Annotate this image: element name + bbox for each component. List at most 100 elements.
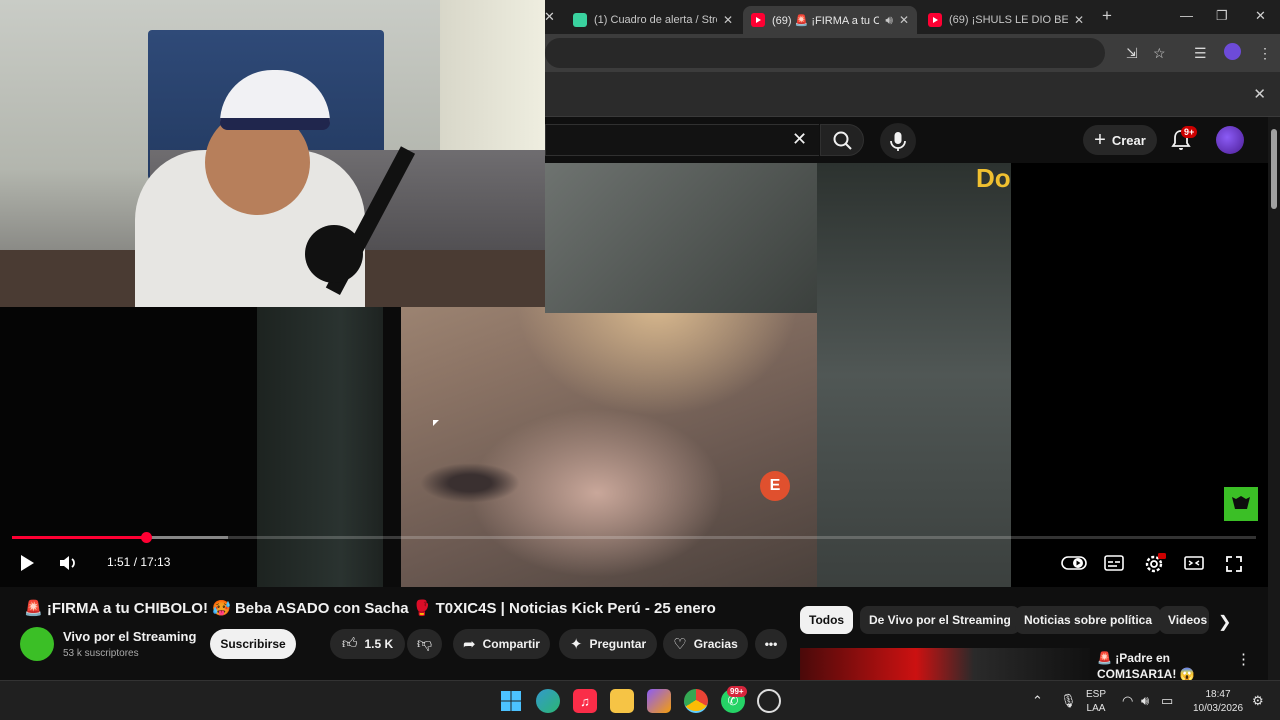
video-frame-region <box>545 163 825 313</box>
app-icon[interactable] <box>757 689 781 713</box>
close-icon[interactable]: ✕ <box>1253 85 1266 103</box>
sparkle-icon: ✦ <box>569 636 583 653</box>
restore-icon[interactable]: ❐ <box>1216 8 1228 24</box>
more-actions-button[interactable]: ••• <box>755 629 787 659</box>
video-frame-right <box>817 163 1011 587</box>
autoplay-toggle-icon[interactable] <box>1061 554 1087 572</box>
speaker-icon[interactable]: 🔊︎ <box>1141 693 1149 709</box>
heart-dollar-icon: ♡ <box>673 636 687 653</box>
video-overlay-text: Do <box>976 163 1011 193</box>
subscriber-count: 53 k suscriptores <box>63 648 139 659</box>
more-dots-icon: ••• <box>764 637 778 651</box>
tab-alert-box[interactable]: (1) Cuadro de alerta / Strea ✕ <box>565 6 741 34</box>
video-title: 🚨 ¡FIRMA a tu CHIBOLO! 🥵 Beba ASADO con … <box>24 600 716 617</box>
thanks-button[interactable]: ♡ Gracias <box>663 629 748 659</box>
page-scrollbar[interactable] <box>1268 117 1280 680</box>
channel-name[interactable]: Vivo por el Streaming <box>63 629 196 644</box>
keyboard-layout: LAA <box>1086 703 1106 714</box>
subscribe-button[interactable]: Suscribirse <box>210 629 296 659</box>
video-letterbox <box>1011 163 1268 587</box>
subtitles-icon[interactable] <box>1104 555 1124 571</box>
notification-badge: 9+ <box>1181 126 1198 138</box>
close-window-icon[interactable]: ✕ <box>1255 8 1266 24</box>
channel-avatar[interactable] <box>20 627 54 661</box>
copilot-icon[interactable] <box>647 689 671 713</box>
recommended-thumbnail[interactable] <box>800 648 1090 680</box>
media-control-icon[interactable]: ☰ <box>1194 45 1207 62</box>
recommended-menu-icon[interactable]: ⋮ <box>1236 650 1251 668</box>
time-separator: / <box>130 555 141 569</box>
close-tab-icon[interactable]: ✕ <box>1074 13 1084 27</box>
language-indicator[interactable]: ESP LAA <box>1086 688 1106 716</box>
chevron-right-icon[interactable]: ❯ <box>1218 612 1231 632</box>
file-explorer-icon[interactable] <box>610 689 634 713</box>
tab-title: (69) ¡SHULS LE DIO BESO A <box>949 14 1068 26</box>
clock-date: 10/03/2026 <box>1192 703 1244 714</box>
dislike-button[interactable]: 👎︎ <box>407 629 442 659</box>
play-icon[interactable] <box>18 554 38 572</box>
create-label: Crear <box>1111 132 1146 148</box>
search-button[interactable] <box>820 124 864 156</box>
address-bar[interactable] <box>545 38 1105 68</box>
new-tab-button[interactable]: + <box>1102 6 1112 26</box>
search-input[interactable] <box>545 124 819 156</box>
channel-logo-icon <box>1232 496 1250 509</box>
thanks-label: Gracias <box>693 637 738 651</box>
tab-shuls-video[interactable]: (69) ¡SHULS LE DIO BESO A ✕ <box>920 6 1092 34</box>
browser-menu-icon[interactable]: ⋮ <box>1258 45 1272 62</box>
thumbs-up-icon: 👍︎ <box>341 635 358 652</box>
microphone-tray-icon[interactable]: 🎙︎ <box>1060 693 1077 709</box>
video-badge: E <box>760 471 790 501</box>
chip-from-channel[interactable]: De Vivo por el Streaming <box>860 606 1020 634</box>
share-button[interactable]: ➦ Compartir <box>453 629 550 659</box>
theater-mode-icon[interactable] <box>1184 555 1204 571</box>
time-current: 1:51 <box>107 555 131 569</box>
bookmark-star-icon[interactable]: ☆ <box>1153 45 1166 62</box>
notification-icon[interactable]: ⚙ <box>1252 693 1264 709</box>
streamelements-icon <box>573 13 587 27</box>
close-tab-icon[interactable]: ✕ <box>544 9 555 25</box>
microphone-icon <box>890 132 906 151</box>
scrollbar-thumb[interactable] <box>1271 129 1277 209</box>
chrome-browser-icon[interactable] <box>684 689 708 713</box>
volume-icon[interactable] <box>58 554 80 572</box>
minimize-icon[interactable]: — <box>1180 8 1193 23</box>
speaker-icon[interactable]: 🔊︎ <box>885 13 893 28</box>
create-button[interactable]: + Crear <box>1083 125 1157 155</box>
chip-videos[interactable]: Videos <box>1159 606 1209 634</box>
close-tab-icon[interactable]: ✕ <box>723 13 733 27</box>
voice-search-button[interactable] <box>880 123 916 159</box>
show-hidden-icons-chevron[interactable]: ⌃ <box>1032 693 1043 709</box>
profile-avatar[interactable] <box>1224 43 1241 60</box>
chip-politics[interactable]: Noticias sobre política <box>1015 606 1162 634</box>
clock-time: 18:47 <box>1205 689 1231 700</box>
battery-icon[interactable]: ▭ <box>1161 693 1173 709</box>
screen: ✕ (1) Cuadro de alerta / Strea ✕ (69) 🚨 … <box>0 0 1280 720</box>
tab-title: (1) Cuadro de alerta / Strea <box>594 14 717 26</box>
music-app-icon[interactable]: ♫ <box>573 689 597 713</box>
youtube-icon <box>928 13 942 27</box>
mouse-cursor <box>433 420 439 426</box>
install-app-icon[interactable]: ⇲ <box>1126 45 1138 62</box>
settings-gear-icon[interactable] <box>1144 552 1166 574</box>
close-tab-icon[interactable]: ✕ <box>899 13 909 27</box>
chip-all[interactable]: Todos <box>800 606 854 634</box>
edge-browser-icon[interactable] <box>536 689 560 713</box>
clock[interactable]: 18:47 10/03/2026 <box>1190 688 1246 716</box>
ask-button[interactable]: ✦ Preguntar <box>559 629 657 659</box>
search-icon <box>833 131 852 150</box>
windows-start-icon[interactable] <box>499 689 523 713</box>
clear-search-icon[interactable]: ✕ <box>792 129 807 150</box>
share-label: Compartir <box>482 637 540 651</box>
webcam-overlay <box>0 0 545 307</box>
account-avatar[interactable] <box>1216 126 1244 154</box>
tab-firma-video[interactable]: (69) 🚨 ¡FIRMA a tu CH 🔊︎ ✕ <box>743 6 917 34</box>
channel-watermark[interactable] <box>1224 487 1258 521</box>
like-button[interactable]: 👍︎ 1.5 K <box>330 629 405 659</box>
progress-played <box>12 536 147 539</box>
plus-icon: + <box>1094 129 1106 151</box>
progress-bar[interactable] <box>12 532 1256 543</box>
wifi-icon[interactable]: ◠ <box>1122 693 1133 709</box>
fullscreen-icon[interactable] <box>1225 555 1243 573</box>
tab-title: (69) 🚨 ¡FIRMA a tu CH <box>772 14 880 27</box>
